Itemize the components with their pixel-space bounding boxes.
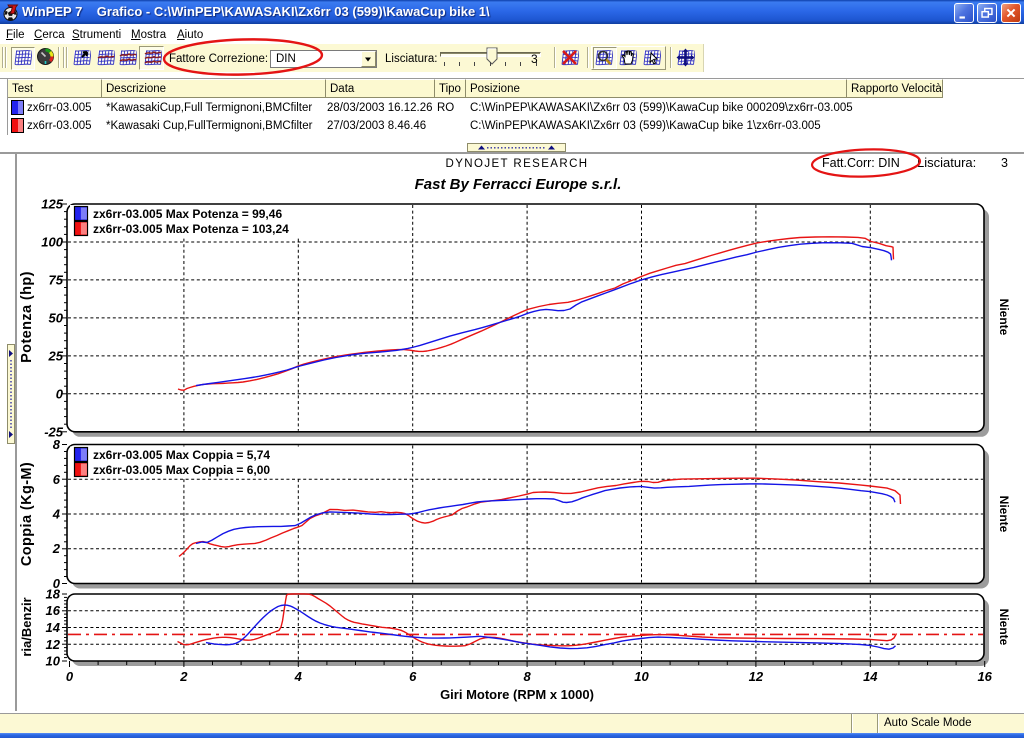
svg-text:8: 8 (53, 437, 61, 452)
svg-text:DYNOJET RESEARCH: DYNOJET RESEARCH (446, 158, 589, 170)
svg-text:25: 25 (48, 348, 64, 363)
svg-text:0: 0 (56, 386, 64, 401)
svg-text:14: 14 (863, 669, 878, 684)
svg-text:Lisciatura:: Lisciatura: (917, 155, 976, 170)
svg-text:zx6rr-03.005 Max Coppia = 5,74: zx6rr-03.005 Max Coppia = 5,74 (93, 448, 270, 462)
svg-text:75: 75 (49, 272, 64, 287)
svg-text:12: 12 (749, 669, 764, 684)
svg-text:18: 18 (46, 587, 61, 602)
svg-text:50: 50 (49, 310, 64, 325)
svg-text:zx6rr-03.005 Max Potenza = 99,: zx6rr-03.005 Max Potenza = 99,46 (93, 207, 282, 221)
svg-text:14: 14 (46, 620, 61, 635)
svg-text:16: 16 (46, 603, 61, 618)
svg-text:4: 4 (52, 507, 61, 522)
svg-text:ria/Benzir: ria/Benzir (19, 597, 34, 656)
svg-text:6: 6 (53, 472, 61, 487)
svg-text:Giri Motore (RPM x 1000): Giri Motore (RPM x 1000) (440, 687, 594, 702)
svg-text:3: 3 (1001, 156, 1008, 170)
svg-text:Niente: Niente (997, 609, 1011, 646)
svg-text:12: 12 (46, 637, 61, 652)
svg-text:Potenza (hp): Potenza (hp) (19, 271, 35, 363)
svg-text:16: 16 (977, 669, 992, 684)
svg-text:0: 0 (66, 669, 74, 684)
svg-text:10: 10 (634, 669, 649, 684)
svg-text:zx6rr-03.005 Max Potenza = 103: zx6rr-03.005 Max Potenza = 103,24 (93, 222, 289, 236)
svg-text:8: 8 (523, 669, 531, 684)
svg-text:Fatt.Corr: DIN: Fatt.Corr: DIN (822, 156, 900, 170)
svg-text:Fast By Ferracci Europe s.r.l.: Fast By Ferracci Europe s.r.l. (415, 176, 622, 193)
svg-text:4: 4 (294, 669, 303, 684)
svg-text:100: 100 (41, 235, 63, 250)
svg-text:2: 2 (179, 669, 188, 684)
svg-text:125: 125 (41, 197, 63, 212)
svg-text:2: 2 (52, 541, 61, 556)
svg-text:10: 10 (46, 654, 61, 669)
svg-text:zx6rr-03.005 Max Coppia = 6,00: zx6rr-03.005 Max Coppia = 6,00 (93, 463, 270, 477)
svg-text:Coppia (Kg-M): Coppia (Kg-M) (19, 462, 35, 566)
svg-text:6: 6 (409, 669, 417, 684)
svg-text:Niente: Niente (997, 299, 1011, 336)
svg-text:Niente: Niente (997, 496, 1011, 533)
